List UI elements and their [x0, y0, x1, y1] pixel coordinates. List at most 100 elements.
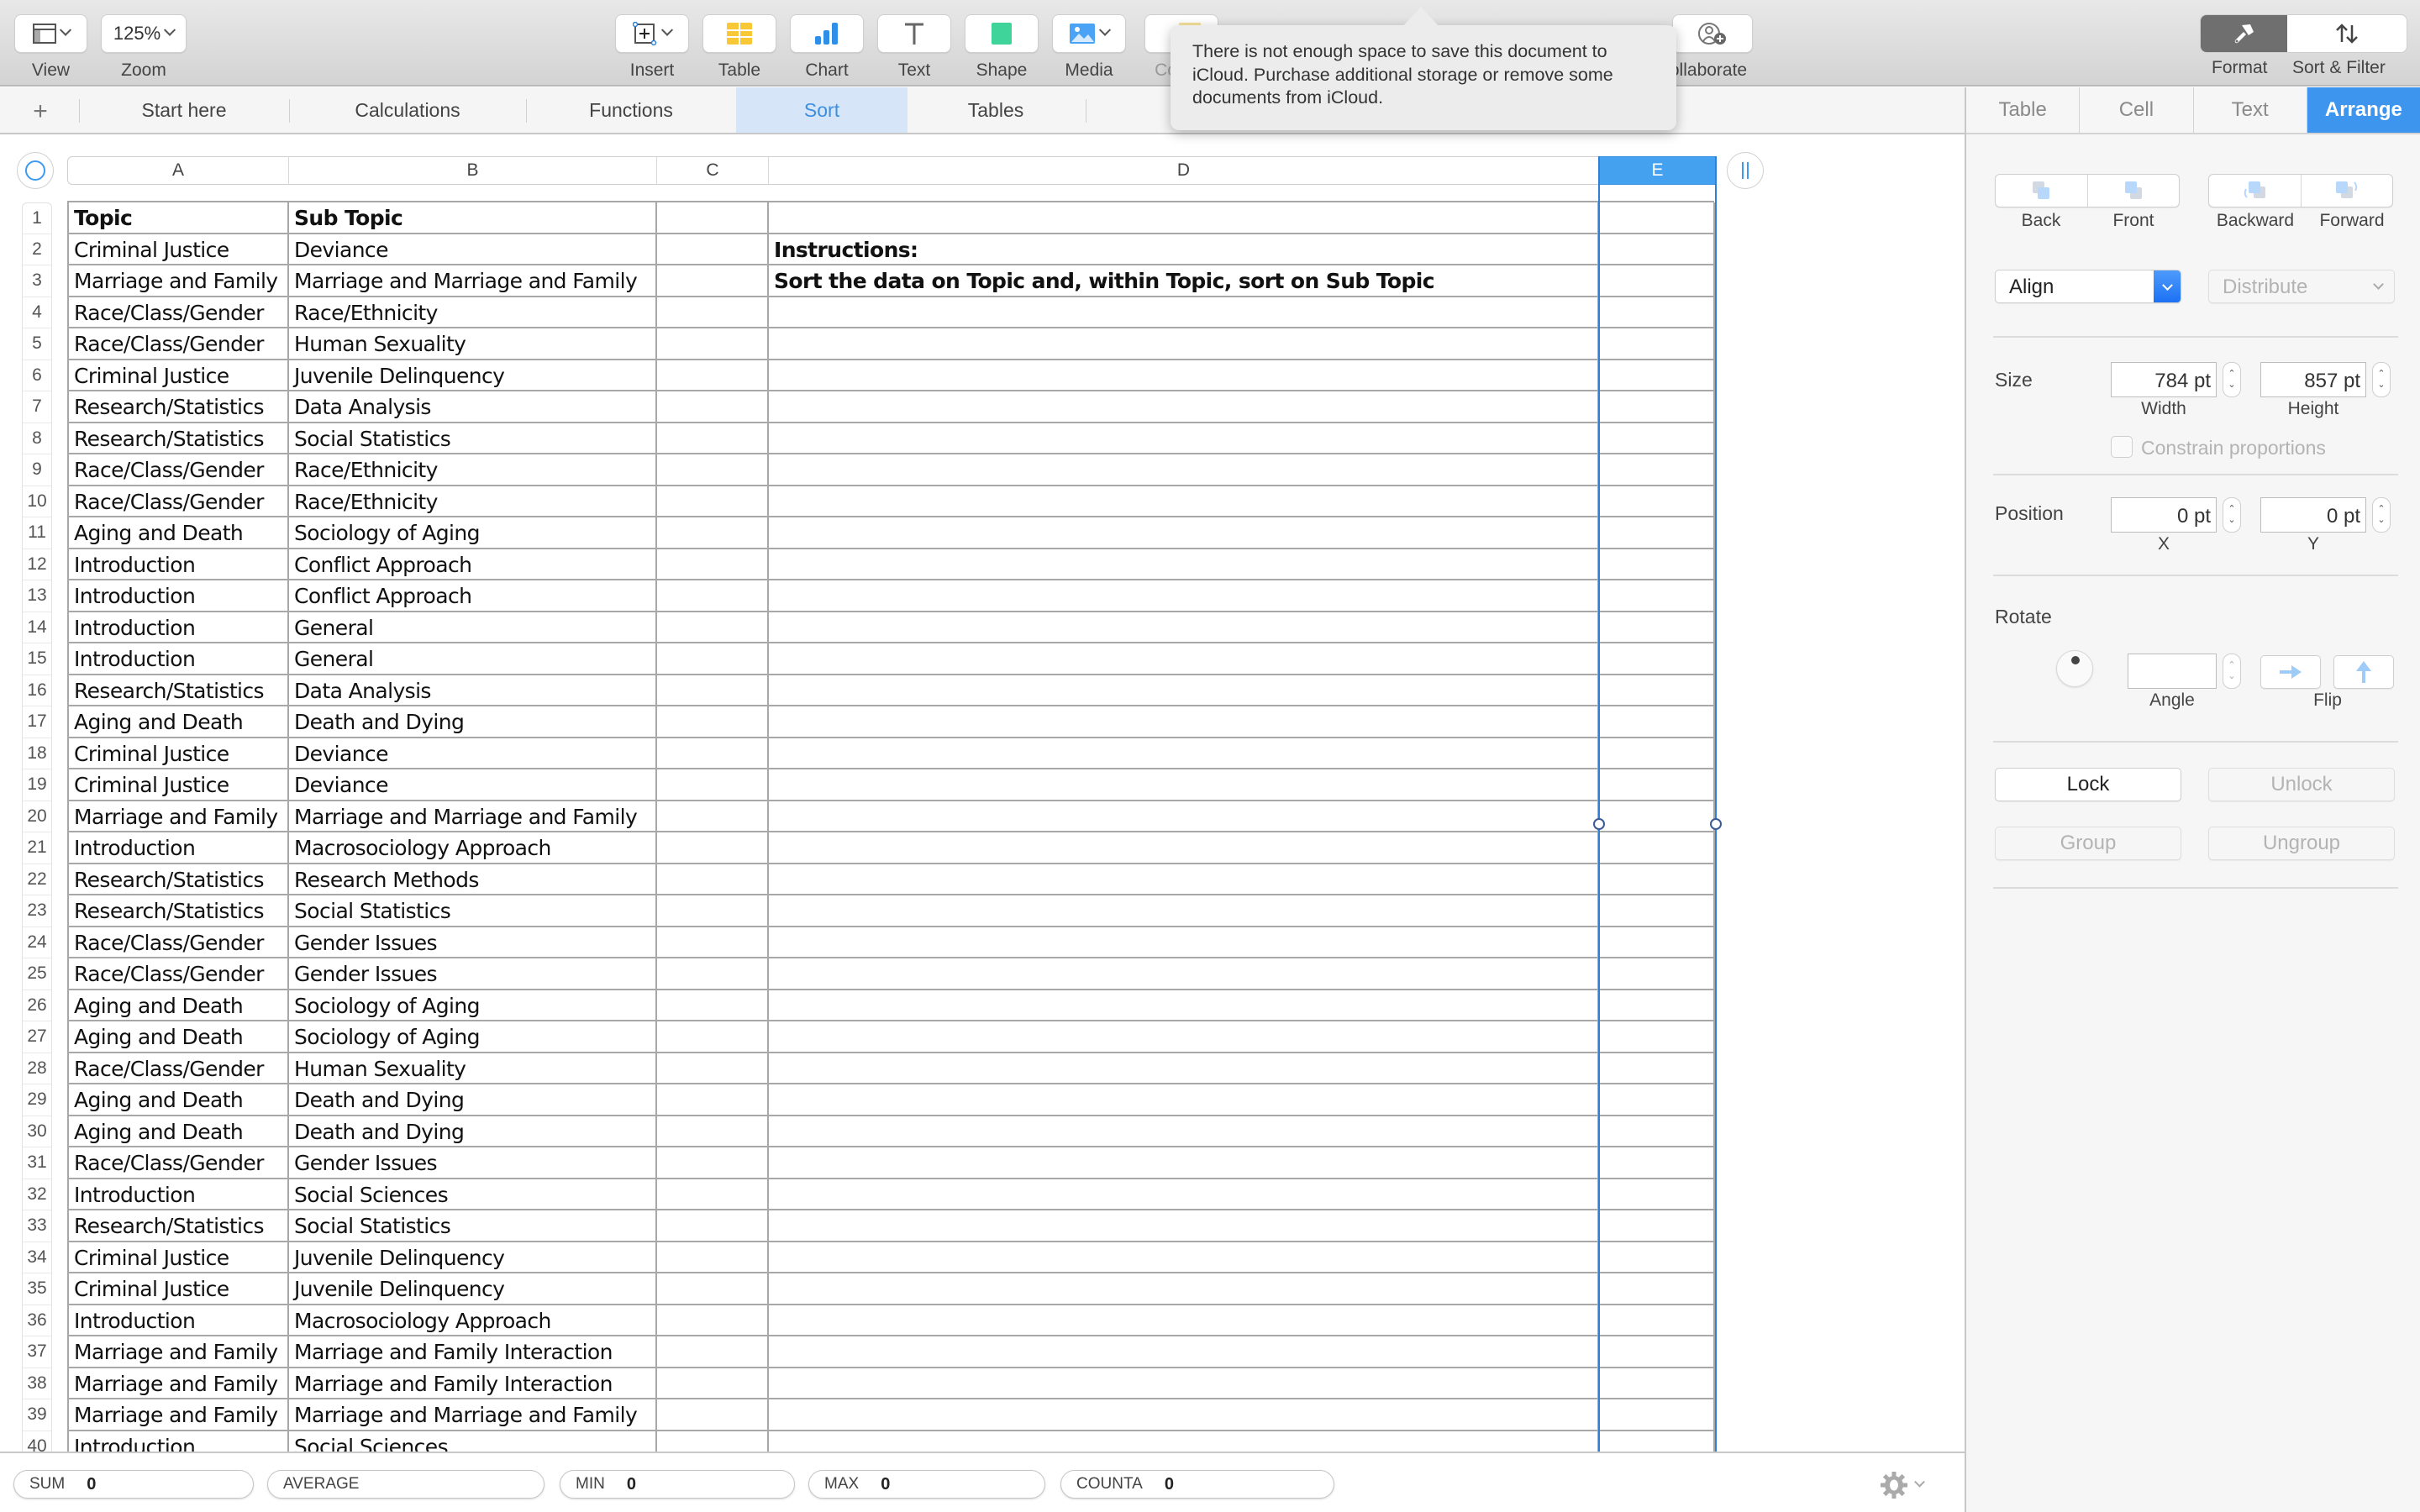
media-button[interactable]: [1052, 14, 1126, 53]
cell-a39[interactable]: Marriage and Family: [69, 1399, 289, 1431]
cell-d1[interactable]: [769, 202, 1599, 234]
cell-b27[interactable]: Sociology of Aging: [289, 1021, 657, 1053]
cell-e38[interactable]: [1599, 1368, 1715, 1399]
cell-e40[interactable]: [1599, 1431, 1715, 1452]
collaborate-control[interactable]: ollaborate: [1670, 14, 1753, 81]
cell-b4[interactable]: Race/Ethnicity: [289, 297, 657, 328]
cell-e29[interactable]: [1599, 1084, 1715, 1116]
cell-c2[interactable]: [657, 234, 769, 265]
cell-a13[interactable]: Introduction: [69, 580, 289, 612]
cell-c21[interactable]: [657, 832, 769, 864]
row-header[interactable]: 28: [22, 1053, 52, 1084]
cell-e2[interactable]: [1599, 234, 1715, 265]
cell-d3[interactable]: Sort the data on Topic and, within Topic…: [769, 265, 1599, 297]
row-header[interactable]: 29: [22, 1084, 52, 1116]
cell-e13[interactable]: [1599, 580, 1715, 612]
cell-b8[interactable]: Social Statistics: [289, 423, 657, 454]
cell-b17[interactable]: Death and Dying: [289, 706, 657, 738]
constrain-proportions-checkbox[interactable]: [2111, 436, 2133, 458]
cell-a7[interactable]: Research/Statistics: [69, 391, 289, 423]
cell-a27[interactable]: Aging and Death: [69, 1021, 289, 1053]
width-stepper[interactable]: ⌃ ⌄: [2223, 362, 2241, 397]
cell-b36[interactable]: Macrosociology Approach: [289, 1305, 657, 1336]
cell-c12[interactable]: [657, 549, 769, 580]
unlock-button[interactable]: Unlock: [2208, 768, 2395, 801]
cell-e33[interactable]: [1599, 1210, 1715, 1242]
cell-d36[interactable]: [769, 1305, 1599, 1336]
cell-b12[interactable]: Conflict Approach: [289, 549, 657, 580]
cell-d4[interactable]: [769, 297, 1599, 328]
cell-a11[interactable]: Aging and Death: [69, 517, 289, 549]
row-header[interactable]: 16: [22, 675, 52, 706]
cell-b15[interactable]: General: [289, 643, 657, 675]
row-header[interactable]: 27: [22, 1021, 52, 1053]
row-header[interactable]: 37: [22, 1336, 52, 1368]
cell-e14[interactable]: [1599, 612, 1715, 643]
cell-c10[interactable]: [657, 486, 769, 517]
tab-start-here[interactable]: Start here: [81, 87, 287, 133]
shape-button[interactable]: [965, 14, 1039, 53]
cell-b34[interactable]: Juvenile Delinquency: [289, 1242, 657, 1273]
cell-d29[interactable]: [769, 1084, 1599, 1116]
row-header[interactable]: 9: [22, 454, 52, 486]
row-header[interactable]: 11: [22, 517, 52, 549]
bring-to-front-button[interactable]: [2086, 175, 2180, 207]
row-header[interactable]: 19: [22, 769, 52, 801]
cell-e6[interactable]: [1599, 360, 1715, 391]
cell-a26[interactable]: Aging and Death: [69, 990, 289, 1021]
counta-pill[interactable]: COUNTA 0: [1060, 1470, 1334, 1499]
cell-a37[interactable]: Marriage and Family: [69, 1336, 289, 1368]
row-header[interactable]: 32: [22, 1179, 52, 1210]
table-select-handle[interactable]: [17, 152, 54, 189]
cell-c31[interactable]: [657, 1147, 769, 1179]
sum-pill[interactable]: SUM 0: [13, 1470, 254, 1499]
cell-a2[interactable]: Criminal Justice: [69, 234, 289, 265]
cell-e31[interactable]: [1599, 1147, 1715, 1179]
cell-c9[interactable]: [657, 454, 769, 486]
cell-a36[interactable]: Introduction: [69, 1305, 289, 1336]
cell-a28[interactable]: Race/Class/Gender: [69, 1053, 289, 1084]
cell-a17[interactable]: Aging and Death: [69, 706, 289, 738]
column-resize-handle-left[interactable]: [1593, 818, 1605, 830]
cell-c11[interactable]: [657, 517, 769, 549]
cell-e15[interactable]: [1599, 643, 1715, 675]
cell-a35[interactable]: Criminal Justice: [69, 1273, 289, 1305]
cell-e36[interactable]: [1599, 1305, 1715, 1336]
collaborate-button[interactable]: [1672, 14, 1753, 53]
position-y-stepper[interactable]: ⌃ ⌄: [2372, 497, 2391, 533]
cell-b24[interactable]: Gender Issues: [289, 927, 657, 958]
cell-d7[interactable]: [769, 391, 1599, 423]
cell-a29[interactable]: Aging and Death: [69, 1084, 289, 1116]
cell-c18[interactable]: [657, 738, 769, 769]
cell-d6[interactable]: [769, 360, 1599, 391]
cell-b9[interactable]: Race/Ethnicity: [289, 454, 657, 486]
cell-a1[interactable]: Topic: [69, 202, 289, 234]
cell-a18[interactable]: Criminal Justice: [69, 738, 289, 769]
cell-c32[interactable]: [657, 1179, 769, 1210]
column-header-e[interactable]: E: [1599, 156, 1717, 185]
cell-e3[interactable]: [1599, 265, 1715, 297]
cell-d12[interactable]: [769, 549, 1599, 580]
row-header[interactable]: 25: [22, 958, 52, 990]
cell-b32[interactable]: Social Sciences: [289, 1179, 657, 1210]
cell-a9[interactable]: Race/Class/Gender: [69, 454, 289, 486]
cell-b26[interactable]: Sociology of Aging: [289, 990, 657, 1021]
cell-d25[interactable]: [769, 958, 1599, 990]
inspector-tab-cell[interactable]: Cell: [2080, 87, 2194, 133]
column-header-a[interactable]: A: [67, 156, 289, 185]
row-header[interactable]: 22: [22, 864, 52, 895]
column-header-b[interactable]: B: [289, 156, 657, 185]
cell-e9[interactable]: [1599, 454, 1715, 486]
row-header[interactable]: 14: [22, 612, 52, 643]
cell-e22[interactable]: [1599, 864, 1715, 895]
row-header[interactable]: 34: [22, 1242, 52, 1273]
cell-c8[interactable]: [657, 423, 769, 454]
cell-d17[interactable]: [769, 706, 1599, 738]
row-header[interactable]: 2: [22, 234, 52, 265]
row-header[interactable]: 20: [22, 801, 52, 832]
cell-b14[interactable]: General: [289, 612, 657, 643]
cell-b38[interactable]: Marriage and Family Interaction: [289, 1368, 657, 1399]
cell-b31[interactable]: Gender Issues: [289, 1147, 657, 1179]
cell-c19[interactable]: [657, 769, 769, 801]
cell-b33[interactable]: Social Statistics: [289, 1210, 657, 1242]
